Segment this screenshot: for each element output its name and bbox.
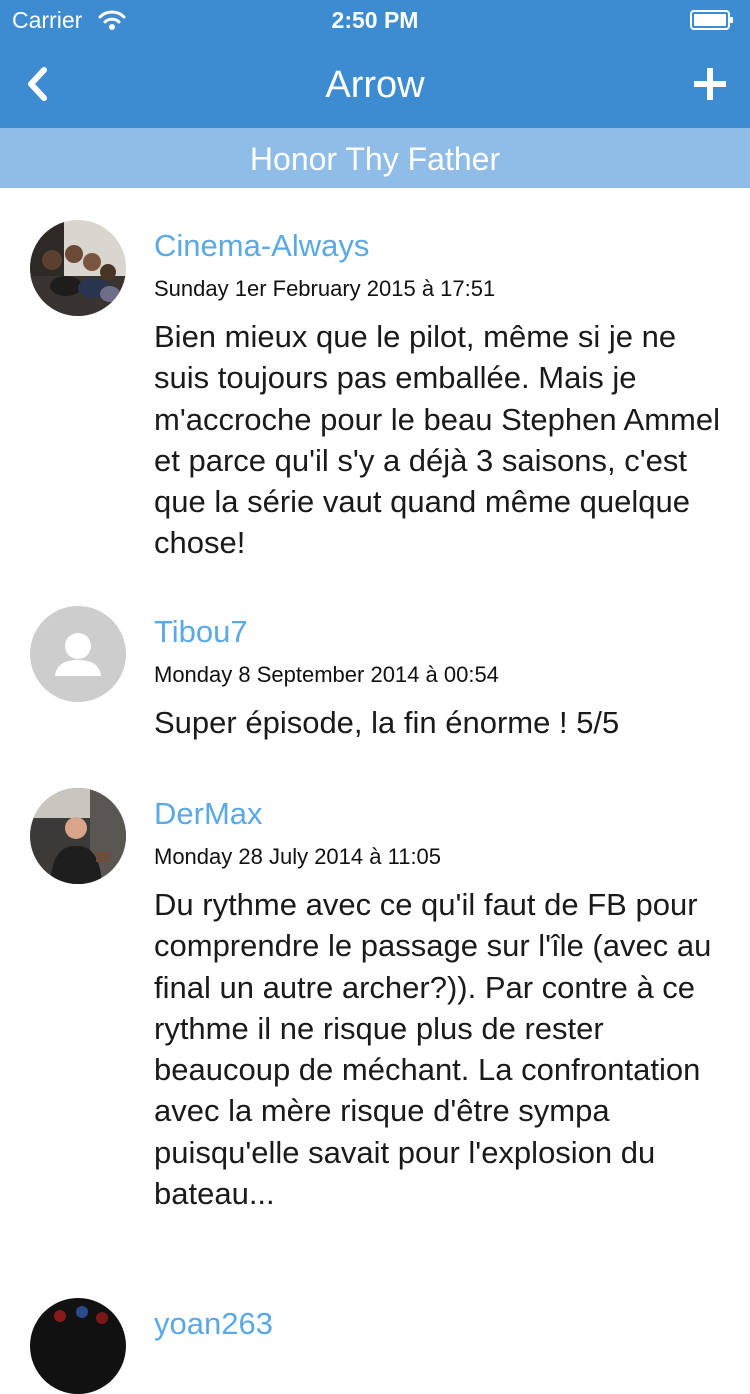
top-bar: Carrier 2:50 PM Arrow xyxy=(0,0,750,128)
comment-date: Monday 28 July 2014 à 11:05 xyxy=(154,844,442,869)
avatar[interactable] xyxy=(30,220,126,316)
episode-title: Honor Thy Father xyxy=(0,128,750,188)
navigation-bar: Arrow xyxy=(0,40,750,128)
avatar[interactable] xyxy=(30,1298,126,1394)
battery-icon xyxy=(690,10,733,30)
default-user-icon xyxy=(30,606,126,702)
status-time: 2:50 PM xyxy=(331,7,419,33)
author-name[interactable]: DerMax xyxy=(154,796,263,832)
author-name[interactable]: yoan263 xyxy=(154,1306,273,1342)
avatar[interactable] xyxy=(30,788,126,884)
status-bar: Carrier 2:50 PM xyxy=(0,0,750,40)
plus-icon xyxy=(694,68,726,100)
comment-text: Bien mieux que le pilot, même si je ne s… xyxy=(154,319,720,561)
author-name[interactable]: Tibou7 xyxy=(154,614,248,650)
comment-text: Du rythme avec ce qu'il faut de FB pour … xyxy=(154,887,712,1212)
nav-title: Arrow xyxy=(325,64,425,106)
avatar[interactable] xyxy=(30,606,126,702)
comment-text: Super épisode, la fin énorme ! 5/5 xyxy=(154,705,620,740)
comment-date: Sunday 1er February 2015 à 17:51 xyxy=(154,276,496,301)
add-button[interactable] xyxy=(690,64,730,104)
author-name[interactable]: Cinema-Always xyxy=(154,228,369,264)
comment-date: Monday 8 September 2014 à 00:54 xyxy=(154,662,499,687)
